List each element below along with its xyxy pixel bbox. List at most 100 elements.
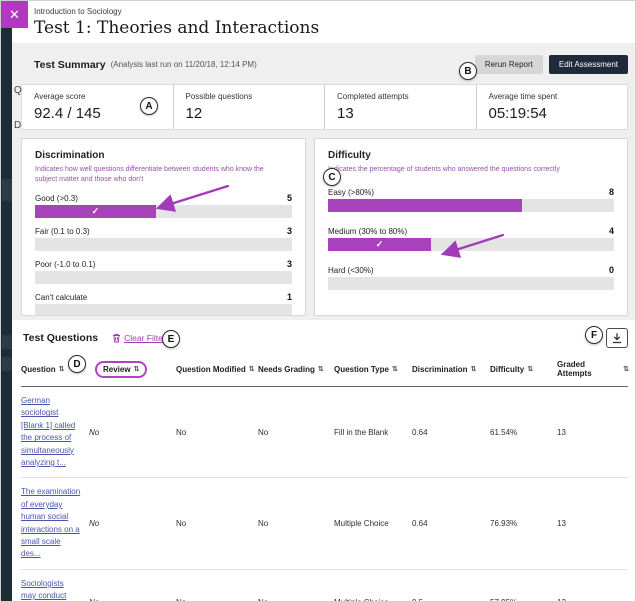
check-icon: ✓ <box>91 206 100 217</box>
difficulty-title: Difficulty <box>328 150 371 161</box>
bar-label: Fair (0.1 to 0.3) <box>35 227 90 237</box>
table-row: The examination of everyday human social… <box>21 478 628 570</box>
stat-label: Completed attempts <box>337 92 409 101</box>
trash-icon <box>113 334 121 343</box>
check-icon: ✓ <box>375 239 384 250</box>
column-header-question-type[interactable]: Question Type ⇅ <box>334 365 412 374</box>
close-icon: ✕ <box>9 6 20 22</box>
table-row: German sociologist [Blank 1] called the … <box>21 387 628 479</box>
question-modified-cell: No <box>176 427 187 437</box>
sort-icon: ⇅ <box>470 366 477 373</box>
discrimination-description: Indicates how well questions differentia… <box>35 166 264 184</box>
question-type-cell: Fill in the Blank <box>334 427 389 437</box>
bar-track <box>35 238 292 252</box>
difficulty-panel: Difficulty Indicates the percentage of s… <box>314 138 628 316</box>
underlying-icon-fragment <box>2 357 12 371</box>
edit-assessment-button[interactable]: Edit Assessment <box>548 55 628 74</box>
difficulty-cell: 76.93% <box>490 519 518 529</box>
discrimination-cell: 0.5 <box>412 598 490 601</box>
test-summary-heading: Test Summary <box>34 58 106 71</box>
bar-track <box>328 277 614 291</box>
difficulty-cell: 57.95% <box>490 598 557 601</box>
needs-grading-cell: No <box>258 427 269 437</box>
analytics-overlay-page: Q D ✕ Introduction to Sociology Test 1: … <box>0 0 636 602</box>
review-cell: No <box>89 519 100 529</box>
page-title: Test 1: Theories and Interactions <box>34 18 320 38</box>
analysis-last-run-note: (Analysis last run on 11/20/18, 12:14 PM… <box>110 60 257 69</box>
summary-stats-band: Average score 92.4 / 145 Possible questi… <box>21 84 628 130</box>
bar-track <box>35 271 292 285</box>
column-header-discrimination[interactable]: Discrimination ⇅ <box>412 365 490 374</box>
sort-icon: ⇅ <box>391 366 398 373</box>
close-button[interactable]: ✕ <box>1 1 28 28</box>
bar-label: Poor (-1.0 to 0.1) <box>35 260 96 270</box>
stat-label: Average time spent <box>488 92 558 101</box>
bar-fill: ✓ <box>35 205 156 219</box>
question-type-cell: Multiple Choice <box>334 519 389 529</box>
question-link[interactable]: German sociologist [Blank 1] called the … <box>21 395 89 469</box>
bar-label: Can't calculate <box>35 293 88 303</box>
annotation-badge-f: F <box>585 326 603 344</box>
underlying-sidebar-rail <box>1 1 12 601</box>
test-questions-section: Test Questions Clear Filters Question ⇅ <box>12 320 635 601</box>
bar-label: Good (>0.3) <box>35 194 78 204</box>
question-modified-cell: No <box>176 519 187 529</box>
annotation-badge-b: B <box>459 62 477 80</box>
needs-grading-cell: No <box>258 519 269 529</box>
review-header-highlight: Review ⇅ <box>95 360 148 378</box>
difficulty-bar-easy[interactable]: Easy (>80%) 8 <box>328 187 614 213</box>
sort-icon: ⇅ <box>623 366 629 373</box>
test-questions-heading: Test Questions <box>23 332 99 344</box>
table-header-row: Question ⇅ Review ⇅ Question Modified ⇅ … <box>21 358 629 387</box>
question-link[interactable]: Sociologists may conduct cross-cultural … <box>21 578 89 601</box>
discrimination-cell: 0.64 <box>412 427 428 437</box>
annotation-badge-a: A <box>140 97 158 115</box>
graded-attempts-cell: 13 <box>557 519 566 529</box>
stat-value: 05:19:54 <box>488 105 547 122</box>
discrimination-bar-poor[interactable]: Poor (-1.0 to 0.1) 3 <box>35 259 292 285</box>
bar-track <box>328 199 614 213</box>
discrimination-cell: 0.64 <box>412 519 428 529</box>
stat-value: 13 <box>337 105 354 122</box>
review-cell: No <box>89 598 176 601</box>
discrimination-bar-cant-calculate[interactable]: Can't calculate 1 <box>35 292 292 315</box>
sort-icon: ⇅ <box>58 366 65 373</box>
course-name: Introduction to Sociology <box>34 7 122 16</box>
discrimination-bar-good[interactable]: Good (>0.3) 5 ✓ <box>35 193 292 219</box>
discrimination-bar-fair[interactable]: Fair (0.1 to 0.3) 3 <box>35 226 292 252</box>
bar-count: 5 <box>286 193 292 204</box>
column-header-graded-attempts[interactable]: Graded Attempts ⇅ <box>557 360 629 378</box>
bar-count: 3 <box>286 259 292 270</box>
graded-attempts-cell: 13 <box>557 598 629 601</box>
column-header-difficulty[interactable]: Difficulty ⇅ <box>490 365 557 374</box>
download-button[interactable] <box>606 328 628 348</box>
column-header-question-modified[interactable]: Question Modified ⇅ <box>176 365 258 374</box>
bar-count: 1 <box>286 292 292 303</box>
discrimination-panel: Discrimination Indicates how well questi… <box>21 138 306 316</box>
difficulty-bar-medium[interactable]: Medium (30% to 80%) 4 ✓ <box>328 226 614 252</box>
column-header-review[interactable]: Review ⇅ <box>89 360 176 378</box>
discrimination-title: Discrimination <box>35 150 105 161</box>
underlying-text-fragment: Q <box>14 85 22 96</box>
bar-count: 8 <box>608 187 614 198</box>
underlying-icon-fragment <box>2 179 12 201</box>
stat-completed-attempts: Completed attempts 13 <box>324 85 476 129</box>
bar-fill <box>328 199 523 213</box>
rerun-report-button[interactable]: Rerun Report <box>474 55 543 74</box>
question-link[interactable]: The examination of everyday human social… <box>21 486 89 560</box>
assessment-panel: Introduction to Sociology Test 1: Theori… <box>12 1 635 601</box>
question-modified-cell: No <box>176 598 258 601</box>
stat-possible-questions: Possible questions 12 <box>172 85 325 129</box>
column-header-needs-grading[interactable]: Needs Grading ⇅ <box>258 365 334 374</box>
difficulty-bar-hard[interactable]: Hard (<30%) 0 <box>328 265 614 291</box>
bar-track: ✓ <box>328 238 614 252</box>
table-row: Sociologists may conduct cross-cultural … <box>21 570 629 601</box>
annotation-badge-e: E <box>162 330 180 348</box>
underlying-icon-fragment <box>2 335 12 349</box>
download-icon <box>612 333 622 344</box>
review-cell: No <box>89 427 100 437</box>
bar-label: Hard (<30%) <box>328 266 374 276</box>
stat-average-time-spent: Average time spent 05:19:54 <box>475 85 628 129</box>
panel-header: Introduction to Sociology Test 1: Theori… <box>12 1 635 43</box>
sort-icon: ⇅ <box>248 366 255 373</box>
